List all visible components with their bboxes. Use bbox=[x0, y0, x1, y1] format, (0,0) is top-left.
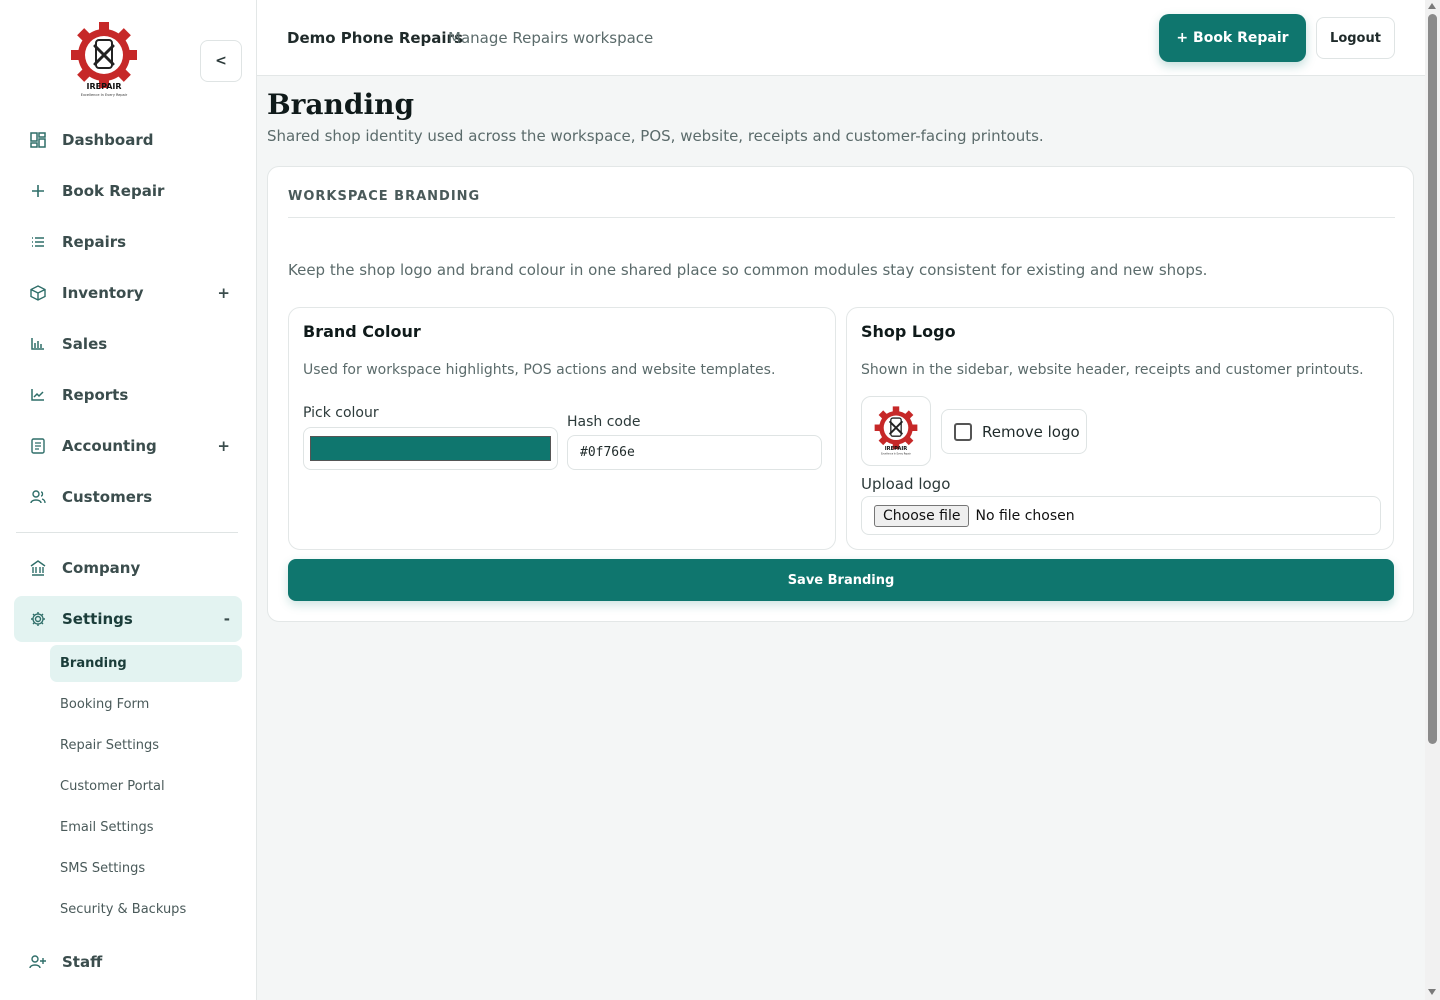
plus-icon bbox=[28, 181, 48, 201]
svg-text:Excellence In Every Repair: Excellence In Every Repair bbox=[881, 452, 911, 455]
bar-chart-icon bbox=[28, 334, 48, 354]
svg-text:IREPAIR: IREPAIR bbox=[86, 82, 121, 91]
dashboard-icon bbox=[28, 130, 48, 150]
sidebar-subitem-booking-form[interactable]: Booking Form bbox=[50, 686, 242, 723]
ledger-icon bbox=[28, 436, 48, 456]
remove-logo-checkbox[interactable] bbox=[954, 422, 972, 441]
workspace-branding-card: WORKSPACE BRANDING Keep the shop logo an… bbox=[267, 166, 1414, 622]
colour-swatch bbox=[310, 436, 551, 461]
sidebar-item-company[interactable]: Company bbox=[14, 545, 242, 591]
sidebar-item-label: Sales bbox=[62, 335, 108, 353]
panel-title: Brand Colour bbox=[303, 322, 421, 341]
sidebar-item-reports[interactable]: Reports bbox=[14, 372, 242, 418]
workspace-label: Manage Repairs workspace bbox=[448, 29, 654, 47]
sidebar-subitem-sms-settings[interactable]: SMS Settings bbox=[50, 850, 242, 887]
list-icon bbox=[28, 232, 48, 252]
choose-file-button[interactable]: Choose file bbox=[874, 504, 970, 527]
sidebar-subitem-customer-portal[interactable]: Customer Portal bbox=[50, 768, 242, 805]
sidebar-item-label: Inventory bbox=[62, 284, 144, 302]
section-divider bbox=[288, 217, 1395, 218]
sidebar-item-label: Staff bbox=[62, 953, 103, 971]
gear-logo-icon: IREPAIR Excellence In Every Repair bbox=[874, 406, 918, 455]
book-repair-button[interactable]: + Book Repair bbox=[1159, 14, 1306, 62]
sidebar-subitem-email-settings[interactable]: Email Settings bbox=[50, 809, 242, 846]
users-icon bbox=[28, 487, 48, 507]
remove-logo-label: Remove logo bbox=[982, 422, 1080, 441]
panel-description: Used for workspace highlights, POS actio… bbox=[303, 362, 776, 378]
sidebar-item-label: Settings bbox=[62, 610, 133, 628]
sidebar-item-label: Accounting bbox=[62, 437, 157, 455]
page-subtitle: Shared shop identity used across the wor… bbox=[267, 127, 1044, 145]
sidebar-item-label: Customers bbox=[62, 488, 153, 506]
logout-button[interactable]: Logout bbox=[1316, 17, 1395, 59]
sidebar-item-inventory[interactable]: Inventory + bbox=[14, 270, 242, 316]
sidebar-subitem-security-backups[interactable]: Security & Backups bbox=[50, 891, 242, 928]
sidebar-item-dashboard[interactable]: Dashboard bbox=[14, 117, 242, 163]
sidebar-item-book-repair[interactable]: Book Repair bbox=[14, 168, 242, 214]
sidebar-item-sales[interactable]: Sales bbox=[14, 321, 242, 367]
panel-title: Shop Logo bbox=[861, 322, 956, 341]
sidebar-item-label: Reports bbox=[62, 386, 129, 404]
hash-code-label: Hash code bbox=[567, 414, 641, 430]
nav-divider bbox=[16, 532, 238, 533]
file-status: No file chosen bbox=[975, 507, 1075, 524]
pick-colour-label: Pick colour bbox=[303, 405, 379, 421]
svg-text:Excellence In Every Repair: Excellence In Every Repair bbox=[81, 93, 128, 97]
scroll-down-icon[interactable] bbox=[1428, 989, 1436, 995]
top-header: Demo Phone Repairs Manage Repairs worksp… bbox=[257, 0, 1425, 76]
colour-picker[interactable] bbox=[303, 427, 558, 470]
sidebar-item-customers[interactable]: Customers bbox=[14, 474, 242, 520]
sidebar-item-label: Repairs bbox=[62, 233, 127, 251]
sidebar-item-label: Book Repair bbox=[62, 182, 165, 200]
sidebar-subitem-repair-settings[interactable]: Repair Settings bbox=[50, 727, 242, 764]
user-plus-icon bbox=[28, 952, 48, 972]
svg-text:IREPAIR: IREPAIR bbox=[885, 446, 908, 452]
sidebar-item-label: Dashboard bbox=[62, 131, 154, 149]
section-heading: WORKSPACE BRANDING bbox=[288, 189, 481, 204]
upload-logo-field[interactable]: Choose file No file chosen bbox=[861, 496, 1381, 535]
box-icon bbox=[28, 283, 48, 303]
building-icon bbox=[28, 558, 48, 578]
page-scrollbar[interactable] bbox=[1425, 0, 1440, 1000]
page-title: Branding bbox=[267, 88, 415, 121]
scroll-thumb[interactable] bbox=[1428, 14, 1437, 744]
save-branding-button[interactable]: Save Branding bbox=[288, 559, 1394, 601]
shop-logo-panel: Shop Logo Shown in the sidebar, website … bbox=[846, 307, 1394, 550]
logo-preview: IREPAIR Excellence In Every Repair bbox=[861, 396, 931, 466]
gear-icon bbox=[28, 609, 48, 629]
shop-logo[interactable]: IREPAIR Excellence In Every Repair bbox=[70, 22, 138, 98]
panel-description: Shown in the sidebar, website header, re… bbox=[861, 362, 1364, 378]
collapse-sidebar-button[interactable]: < bbox=[200, 40, 242, 82]
remove-logo-option[interactable]: Remove logo bbox=[941, 409, 1087, 454]
shop-name: Demo Phone Repairs bbox=[287, 29, 463, 47]
sidebar-item-accounting[interactable]: Accounting + bbox=[14, 423, 242, 469]
scroll-up-icon[interactable] bbox=[1428, 3, 1436, 9]
expand-toggle[interactable]: + bbox=[217, 437, 230, 455]
sidebar-item-repairs[interactable]: Repairs bbox=[14, 219, 242, 265]
line-chart-icon bbox=[28, 385, 48, 405]
hash-code-input[interactable]: #0f766e bbox=[567, 435, 822, 470]
sidebar-item-settings[interactable]: Settings - bbox=[14, 596, 242, 642]
sidebar-item-label: Company bbox=[62, 559, 141, 577]
section-description: Keep the shop logo and brand colour in o… bbox=[288, 261, 1208, 279]
expand-toggle[interactable]: + bbox=[217, 284, 230, 302]
collapse-toggle[interactable]: - bbox=[224, 610, 230, 628]
sidebar-item-staff[interactable]: Staff bbox=[14, 939, 242, 985]
brand-colour-panel: Brand Colour Used for workspace highligh… bbox=[288, 307, 836, 550]
upload-logo-label: Upload logo bbox=[861, 475, 951, 493]
gear-logo-icon: IREPAIR Excellence In Every Repair bbox=[71, 22, 137, 97]
sidebar: IREPAIR Excellence In Every Repair < Das… bbox=[0, 0, 257, 1000]
sidebar-subitem-branding[interactable]: Branding bbox=[50, 645, 242, 682]
